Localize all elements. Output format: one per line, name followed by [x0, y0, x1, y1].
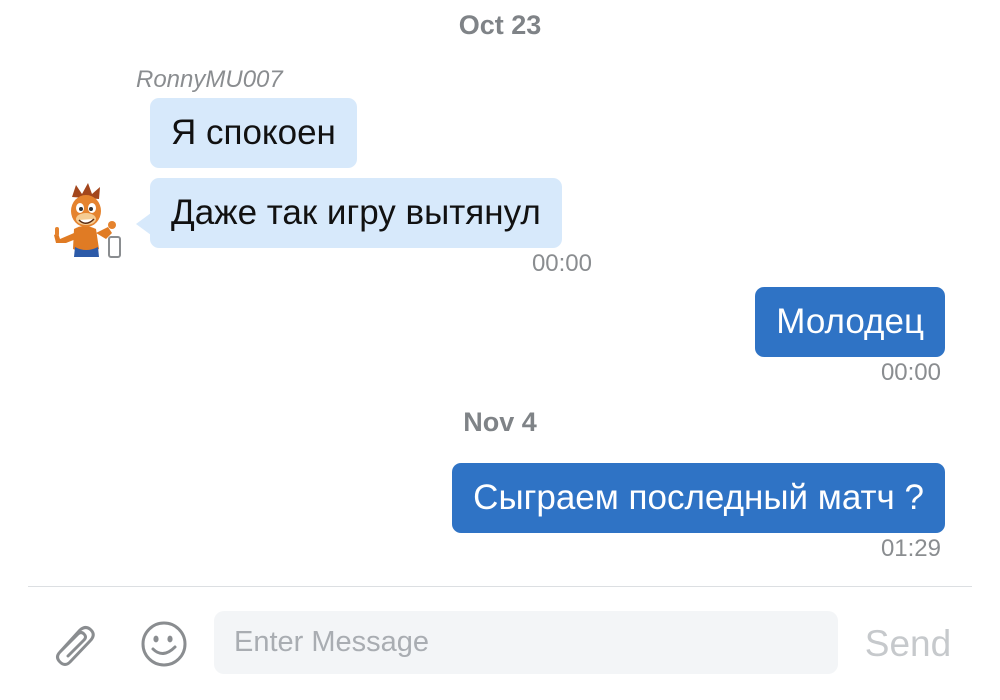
incoming-message[interactable]: Даже так игру вытянул: [150, 178, 562, 248]
message-time: 00:00: [880, 359, 941, 386]
avatar[interactable]: [44, 183, 128, 261]
send-button[interactable]: Send: [858, 616, 958, 672]
message-time: 01:29: [880, 535, 941, 562]
date-separator: Oct 23: [458, 10, 542, 40]
paperclip-icon[interactable]: [46, 616, 102, 672]
date-separator: Nov 4: [463, 407, 537, 437]
emoji-icon[interactable]: [136, 616, 192, 672]
outgoing-message[interactable]: Сыграем последный матч ?: [452, 463, 945, 533]
mobile-status-icon: [108, 236, 121, 258]
sender-name: RonnyMU007: [136, 66, 283, 93]
message-time: 00:00: [531, 250, 592, 277]
message-input[interactable]: [214, 611, 838, 674]
composer-divider: [28, 586, 972, 587]
outgoing-message[interactable]: Молодец: [755, 287, 945, 357]
bubble-tail: [136, 213, 151, 235]
incoming-message[interactable]: Я спокоен: [150, 98, 357, 168]
